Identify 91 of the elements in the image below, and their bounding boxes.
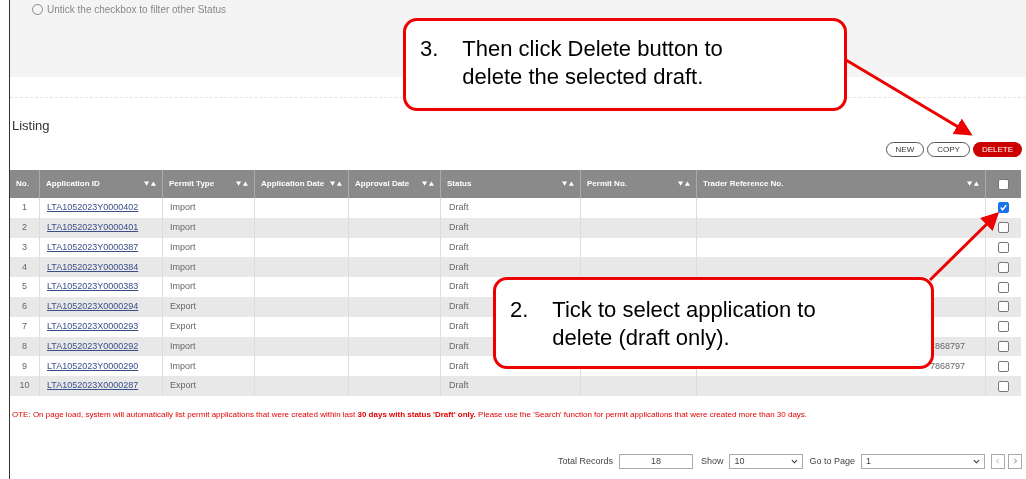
row-number: 4 (22, 260, 27, 274)
permit-type: Import (170, 359, 196, 373)
status: Draft (449, 339, 469, 353)
column-header: Permit Type (169, 179, 215, 189)
sort-arrows-icon[interactable] (422, 181, 434, 187)
checkbox[interactable] (998, 281, 1009, 293)
column-header: Approval Date (355, 179, 410, 189)
action-button[interactable]: COPY (927, 142, 970, 157)
status: Draft (449, 319, 469, 333)
chevron-right-icon (1012, 458, 1018, 465)
application-id-link[interactable]: LTA1052023Y0000401 (47, 220, 139, 235)
column-header: No. (16, 179, 29, 189)
application-id-link[interactable]: LTA1052023X0000294 (47, 300, 139, 314)
sort-arrows-icon[interactable] (562, 181, 574, 187)
checkbox[interactable] (998, 321, 1009, 333)
checkbox[interactable] (998, 360, 1009, 372)
checkbox[interactable] (998, 261, 1009, 273)
callout-number: 2. (510, 296, 529, 324)
status: Draft (449, 300, 469, 314)
sort-arrows-icon[interactable] (144, 181, 156, 187)
row-number: 8 (22, 339, 27, 353)
section-title: Listing (12, 118, 50, 133)
checkbox[interactable] (998, 242, 1009, 253)
page-size-select[interactable]: 10 (729, 453, 804, 469)
sort-arrows-icon[interactable] (678, 181, 690, 187)
checkbox[interactable] (998, 380, 1009, 392)
show-label: Show (700, 454, 724, 468)
application-id-link[interactable]: LTA1052023Y0000402 (47, 201, 139, 215)
checkbox[interactable] (998, 178, 1009, 190)
column-header: Trader Reference No. (703, 179, 784, 189)
permit-type: Import (170, 260, 196, 274)
previous-page-button[interactable] (991, 453, 1005, 469)
checkbox[interactable] (998, 222, 1009, 234)
permit-type: Import (170, 220, 196, 234)
arrow (928, 211, 1000, 282)
row-number: 9 (22, 359, 27, 373)
permit-type: Import (170, 201, 196, 215)
application-id-link[interactable]: LTA1052023X0000293 (47, 319, 139, 334)
row-number: 2 (22, 220, 27, 234)
column-header: Application Date (261, 179, 325, 189)
checkbox[interactable] (998, 301, 1009, 313)
total-records-field: 18 (618, 453, 693, 469)
sort-arrows-icon[interactable] (967, 181, 979, 187)
permit-type: Export (170, 300, 196, 314)
row-number: 3 (22, 240, 27, 254)
total-records-label: Total Records (557, 454, 613, 468)
sort-arrows-icon[interactable] (236, 181, 248, 187)
trader-reference: 7868797 (929, 359, 965, 373)
callout-text: Tick to select application to delete (draft only). (552, 296, 817, 352)
permit-type: Import (170, 280, 196, 294)
status: Draft (449, 240, 469, 254)
callout-number: 3. (420, 35, 439, 63)
callout-text: Then click Delete button to delete the selected draft. (462, 35, 724, 91)
status: Draft (449, 260, 469, 274)
filter-hint: Untick the checkbox to filter other Status (47, 3, 226, 17)
caret-icon (973, 458, 980, 464)
application-id-link[interactable]: LTA1052023Y0000292 (47, 339, 139, 354)
go-to-page-label: Go to Page (809, 454, 855, 468)
page-select[interactable]: 1 (861, 453, 985, 469)
row-number: 6 (22, 300, 27, 314)
checkbox[interactable] (998, 340, 1009, 352)
status: Draft (449, 379, 469, 393)
row-number: 5 (22, 280, 27, 294)
action-button[interactable]: DELETE (972, 142, 1022, 157)
status: Draft (449, 280, 469, 294)
status: Draft (449, 220, 469, 234)
column-header: Status (447, 179, 472, 189)
permit-type: Export (170, 379, 196, 393)
trader-reference: 868797 (934, 339, 965, 353)
column-header: Permit No. (587, 179, 627, 189)
column-header: Application ID (46, 179, 100, 189)
application-id-link[interactable]: LTA1052023Y0000384 (47, 260, 139, 275)
permit-type: Import (170, 240, 196, 254)
status: Draft (449, 359, 469, 373)
application-id-link[interactable]: LTA1052023Y0000290 (47, 359, 139, 373)
permit-type: Import (170, 339, 196, 353)
checkbox[interactable] (998, 202, 1009, 214)
action-button[interactable]: NEW (885, 142, 925, 157)
chevron-left-icon (995, 458, 1001, 465)
sort-arrows-icon[interactable] (330, 181, 342, 187)
caret-icon (791, 458, 799, 464)
next-page-button[interactable] (1008, 453, 1022, 469)
row-number: 1 (22, 201, 27, 215)
application-id-link[interactable]: LTA1052023Y0000383 (47, 280, 139, 294)
note-text: OTE: On page load, system will automatically list permit applications that were created within last 30 days with status 'Draft' only. Please use the 'Search' function for permit applications that were created more than 30 days. (12, 408, 809, 421)
application-id-link[interactable]: LTA1052023X0000287 (47, 379, 139, 393)
row-number: 10 (19, 379, 30, 393)
application-id-link[interactable]: LTA1052023Y0000387 (47, 240, 139, 255)
status: Draft (449, 201, 469, 215)
permit-type: Export (170, 319, 196, 333)
row-number: 7 (22, 319, 27, 333)
